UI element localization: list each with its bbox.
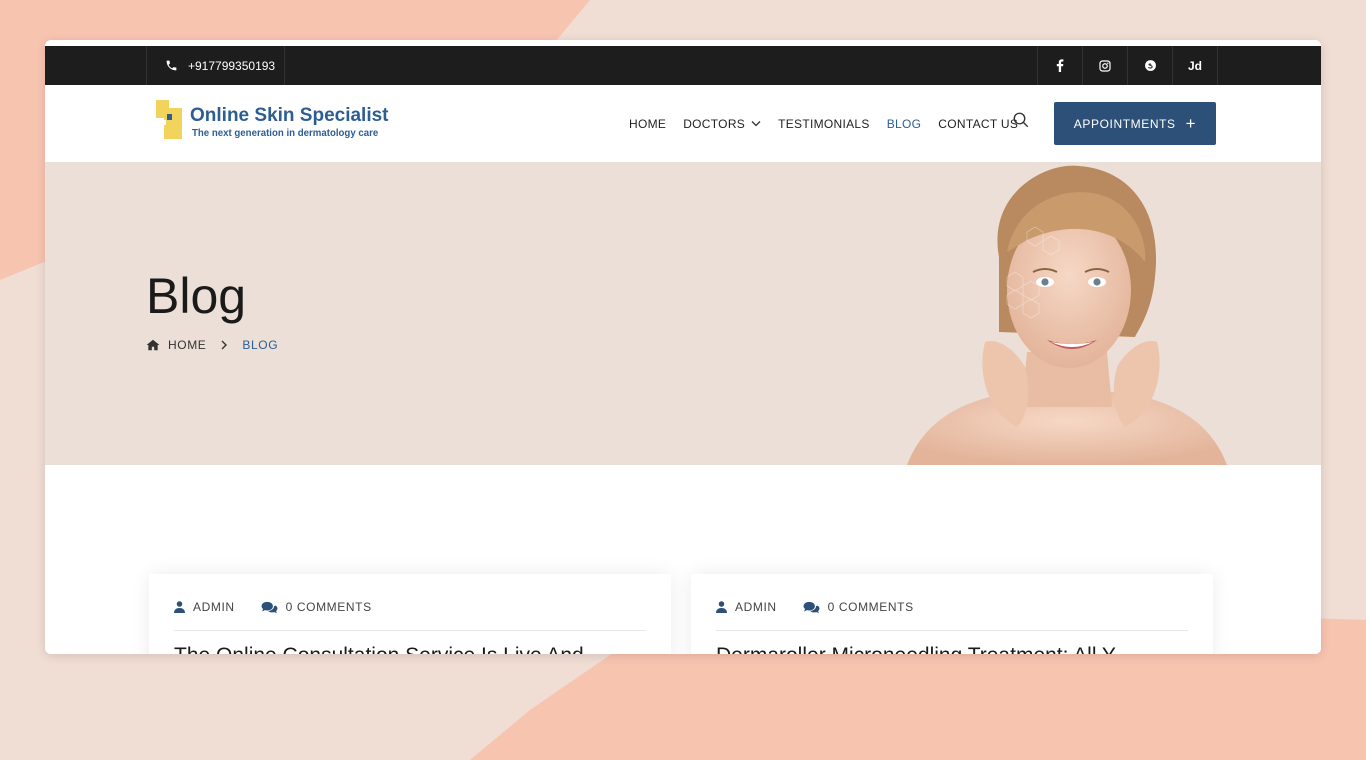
plus-icon: + (1185, 114, 1197, 133)
nav-item-home[interactable]: HOME (629, 117, 666, 131)
facebook-link[interactable] (1037, 46, 1082, 85)
post-title[interactable]: Dermaroller Microneedling Treatment: All… (716, 644, 1188, 654)
page-title: Blog (146, 268, 247, 324)
nav-item-contact[interactable]: CONTACT US (938, 117, 1018, 131)
appointments-label: APPOINTMENTS (1073, 116, 1176, 131)
user-icon (716, 601, 727, 613)
chevron-right-icon (221, 340, 228, 350)
nav-item-doctors[interactable]: DOCTORS (683, 117, 761, 131)
phone-link[interactable]: +917799350193 (146, 46, 285, 85)
post-divider (174, 630, 646, 631)
logo-title: Online Skin Specialist (190, 105, 389, 126)
post-card[interactable]: ADMIN 0 COMMENTS Dermaroller Microneedli… (691, 574, 1213, 654)
post-comments[interactable]: 0 COMMENTS (828, 600, 914, 614)
post-meta: ADMIN 0 COMMENTS (716, 600, 914, 614)
facebook-icon (1056, 59, 1064, 72)
skype-link[interactable] (1127, 46, 1172, 85)
social-links: Jd (1037, 46, 1218, 85)
logo-subtitle: The next generation in dermatology care (192, 127, 379, 139)
main-nav: HOME DOCTORS TESTIMONIALS BLOG CONTACT U… (629, 85, 1018, 162)
hero-woman-image (907, 165, 1227, 465)
justdial-icon: Jd (1187, 58, 1202, 73)
breadcrumb-home[interactable]: HOME (168, 338, 206, 352)
comments-icon (261, 601, 278, 613)
breadcrumb: HOME BLOG (146, 338, 278, 352)
logo-mark-icon (156, 100, 182, 139)
chevron-down-icon (751, 121, 761, 127)
post-author[interactable]: ADMIN (193, 600, 235, 614)
browser-frame: +917799350193 Jd Online Skin Specialist … (45, 40, 1321, 654)
top-bar: +917799350193 Jd (45, 46, 1321, 85)
site-logo[interactable]: Online Skin Specialist The next generati… (156, 100, 396, 144)
phone-number: +917799350193 (188, 58, 276, 73)
phone-icon (166, 60, 177, 71)
post-card[interactable]: ADMIN 0 COMMENTS The Online Consultation… (149, 574, 671, 654)
nav-item-blog[interactable]: BLOG (887, 117, 922, 131)
post-author[interactable]: ADMIN (735, 600, 777, 614)
search-button[interactable] (1012, 111, 1030, 134)
nav-item-doctors-label: DOCTORS (683, 116, 746, 131)
comments-icon (803, 601, 820, 613)
breadcrumb-current: BLOG (242, 338, 279, 352)
post-comments[interactable]: 0 COMMENTS (286, 600, 372, 614)
post-title[interactable]: The Online Consultation Service Is Live … (174, 644, 646, 654)
nav-item-testimonials[interactable]: TESTIMONIALS (778, 117, 870, 131)
appointments-button[interactable]: APPOINTMENTS + (1054, 102, 1216, 145)
instagram-icon (1099, 59, 1111, 72)
justdial-link[interactable]: Jd (1172, 46, 1218, 85)
instagram-link[interactable] (1082, 46, 1127, 85)
page-hero: Blog HOME BLOG (45, 162, 1321, 465)
blog-posts: ADMIN 0 COMMENTS The Online Consultation… (45, 465, 1321, 654)
skype-icon (1144, 60, 1156, 71)
post-divider (716, 630, 1188, 631)
home-icon (146, 339, 160, 351)
site-header: Online Skin Specialist The next generati… (45, 85, 1321, 162)
user-icon (174, 601, 185, 613)
post-meta: ADMIN 0 COMMENTS (174, 600, 372, 614)
search-icon (1013, 112, 1029, 128)
